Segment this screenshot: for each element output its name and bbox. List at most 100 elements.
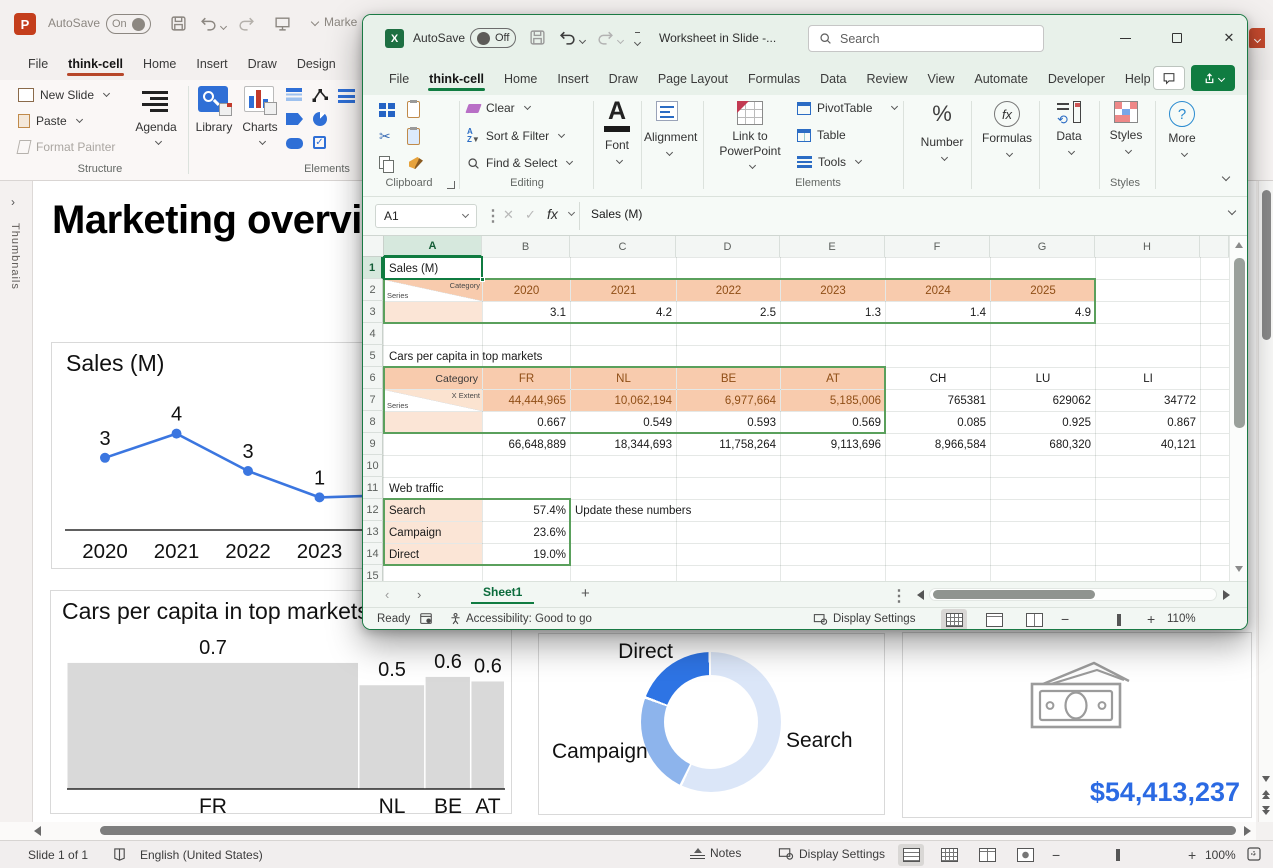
grid-cell-G6[interactable]: LU [991, 368, 1095, 389]
grid-cell-C9[interactable]: 18,344,693 [571, 434, 676, 455]
undo-icon[interactable] [200, 15, 226, 37]
next-sheet-icon[interactable]: › [417, 587, 421, 602]
column-header-C[interactable]: C [570, 236, 676, 257]
grid-cell-D2[interactable]: 2022 [677, 280, 780, 301]
grid-cell-H6[interactable]: LI [1096, 368, 1200, 389]
grid-cell-C12[interactable]: Update these numbers [571, 500, 695, 521]
autosave-toggle[interactable]: Off [470, 28, 516, 48]
column-header-G[interactable]: G [990, 236, 1095, 257]
zoom-slider-thumb[interactable] [1117, 614, 1121, 626]
row-header-11[interactable]: 11 [363, 477, 383, 499]
close-button[interactable]: ✕ [1212, 23, 1246, 53]
grid-cell-B13[interactable]: 23.6% [483, 522, 570, 543]
grid-cell-E7[interactable]: 5,185,006 [781, 390, 885, 411]
fx-chevron-icon[interactable] [568, 209, 575, 216]
excel-app-icon[interactable]: X [385, 29, 404, 48]
column-header-E[interactable]: E [780, 236, 885, 257]
grid-cell-A12[interactable]: Search [385, 500, 482, 521]
tab-insert[interactable]: Insert [547, 65, 598, 95]
redo-icon[interactable] [597, 29, 623, 51]
grid-cell-E9[interactable]: 9,113,696 [781, 434, 885, 455]
language-indicator[interactable]: English (United States) [140, 848, 263, 862]
row-header-7[interactable]: 7 [363, 389, 383, 411]
tab-automate[interactable]: Automate [964, 65, 1038, 95]
paste-button[interactable]: Paste [18, 114, 82, 128]
previous-slide-icon[interactable] [1262, 790, 1270, 799]
row-header-1[interactable]: 1 [363, 257, 383, 279]
tab-formulas[interactable]: Formulas [738, 65, 810, 95]
freeform-icon[interactable] [312, 88, 329, 108]
row-header-12[interactable]: 12 [363, 499, 383, 521]
spellcheck-icon[interactable] [112, 847, 127, 865]
grid-cell-F7[interactable]: 765381 [886, 390, 990, 411]
reading-view-button[interactable] [974, 844, 1000, 866]
fit-slide-icon[interactable] [1246, 846, 1262, 865]
clear-button[interactable]: Clear [467, 101, 530, 115]
grid-cell-E6[interactable]: AT [781, 368, 885, 389]
customize-toolbar-icon[interactable] [635, 32, 640, 52]
zoom-in-icon[interactable]: + [1188, 847, 1196, 863]
format-painter-button[interactable]: Format Painter [18, 140, 115, 154]
link-to-powerpoint-button[interactable]: Link toPowerPoint [715, 101, 785, 174]
grid-cell-D9[interactable]: 11,758,264 [677, 434, 780, 455]
clipboard-dialog-launcher-icon[interactable] [447, 181, 455, 189]
slide-hscrollbar[interactable] [0, 822, 1256, 840]
tab-home[interactable]: Home [133, 50, 186, 80]
notes-button[interactable]: Notes [690, 846, 741, 860]
grid-cell-A5[interactable]: Cars per capita in top markets [385, 346, 546, 367]
charts-button[interactable]: Charts [236, 120, 284, 150]
grid-cell-B9[interactable]: 66,648,889 [483, 434, 570, 455]
grid-cell-C3[interactable]: 4.2 [571, 302, 676, 323]
textbox-icon[interactable] [286, 88, 302, 101]
zoom-out-icon[interactable]: − [1061, 611, 1069, 627]
slide-title[interactable]: Marketing overview [52, 198, 414, 243]
grid-cell-C7[interactable]: 10,062,194 [571, 390, 676, 411]
accessibility-status[interactable]: Accessibility: Good to go [449, 612, 592, 626]
row-header-2[interactable]: 2 [363, 279, 383, 301]
grid-cell-E3[interactable]: 1.3 [781, 302, 885, 323]
grid-cell-B6[interactable]: FR [483, 368, 570, 389]
paste-icon[interactable] [407, 101, 420, 118]
grid-cell-E2[interactable]: 2023 [781, 280, 885, 301]
data-button[interactable]: ⟲Data [1045, 101, 1093, 162]
row-header-8[interactable]: 8 [363, 411, 383, 433]
grid-vscrollbar[interactable] [1229, 236, 1248, 581]
enter-icon[interactable]: ✓ [525, 207, 536, 223]
normal-view-button[interactable] [941, 609, 967, 630]
grid-cell-F6[interactable]: CH [886, 368, 990, 389]
grid-cell-B7[interactable]: 44,444,965 [483, 390, 570, 411]
selection-fill-handle[interactable] [480, 277, 485, 282]
comments-button[interactable] [1153, 66, 1185, 90]
pie-icon[interactable] [313, 112, 327, 126]
grid-cell-F2[interactable]: 2024 [886, 280, 990, 301]
maximize-button[interactable] [1160, 23, 1194, 53]
grid-cell-E8[interactable]: 0.569 [781, 412, 885, 433]
quick-access-chevron-icon[interactable] [311, 18, 319, 26]
formula-content[interactable]: Sales (M) [591, 207, 642, 221]
page-layout-button[interactable] [981, 609, 1007, 630]
scroll-right-icon[interactable] [1244, 826, 1251, 836]
grid-cell-H9[interactable]: 40,121 [1096, 434, 1200, 455]
select-all-corner[interactable] [363, 236, 384, 257]
row-header-10[interactable]: 10 [363, 455, 383, 477]
grid-cell-H8[interactable]: 0.867 [1096, 412, 1200, 433]
checkbox-icon[interactable]: ✓ [313, 136, 326, 149]
tab-file[interactable]: File [18, 50, 58, 80]
zoom-level[interactable]: 110% [1167, 613, 1196, 625]
slide-sorter-button[interactable] [936, 844, 962, 866]
grid-vscroll-thumb[interactable] [1234, 258, 1245, 428]
tab-view[interactable]: View [918, 65, 965, 95]
grid-cell-F9[interactable]: 8,966,584 [886, 434, 990, 455]
grid-cell-A3[interactable] [385, 302, 482, 323]
table-button[interactable]: Table [797, 128, 846, 142]
row-header-5[interactable]: 5 [363, 345, 383, 367]
find-select-button[interactable]: Find & Select [467, 156, 572, 170]
tab-data[interactable]: Data [810, 65, 856, 95]
grid-cell-B3[interactable]: 3.1 [483, 302, 570, 323]
more-button[interactable]: ?More [1159, 101, 1205, 164]
page-break-button[interactable] [1021, 609, 1047, 630]
alignment-button[interactable]: Alignment [644, 99, 690, 163]
tab-file[interactable]: File [379, 65, 419, 95]
styles-button[interactable]: Styles [1103, 101, 1149, 161]
column-header-F[interactable]: F [885, 236, 990, 257]
